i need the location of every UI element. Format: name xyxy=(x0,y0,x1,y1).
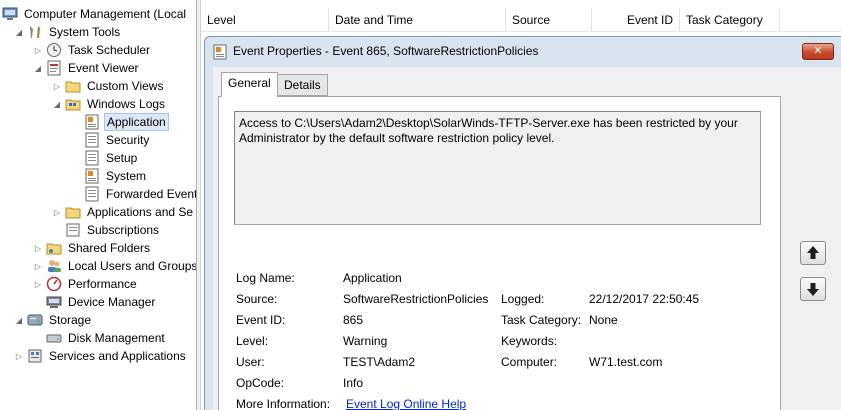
folder-icon xyxy=(65,207,81,219)
event-log-online-help-link[interactable]: Event Log Online Help xyxy=(346,397,466,410)
keywords-label: Keywords: xyxy=(501,334,558,348)
tree-item-windows-logs[interactable]: ◢ Windows Logs xyxy=(52,95,167,113)
level-label: Level: xyxy=(236,334,269,348)
navigation-tree: Computer Management (Local ◢ System Tool… xyxy=(0,0,196,410)
tree-item-shared-folders[interactable]: ▷ Shared Folders xyxy=(33,239,152,257)
event-id-label: Event ID: xyxy=(236,313,286,327)
event-viewer-icon xyxy=(47,60,61,76)
expanded-arrow-icon[interactable]: ◢ xyxy=(33,64,43,73)
column-header-event-id[interactable]: Event ID xyxy=(592,8,680,32)
event-description-box[interactable]: Access to C:\Users\Adam2\Desktop\SolarWi… xyxy=(234,111,761,225)
tree-item-task-scheduler[interactable]: ▷ Task Scheduler xyxy=(33,41,152,59)
collapsed-arrow-icon[interactable]: ▷ xyxy=(33,262,43,271)
user-label: User: xyxy=(236,355,265,369)
computer-value: W71.test.com xyxy=(589,355,663,369)
level-value: Warning xyxy=(343,334,388,348)
next-event-button[interactable] xyxy=(800,277,826,301)
user-value: TEST\Adam2 xyxy=(343,355,416,369)
device-manager-icon xyxy=(46,296,62,308)
column-header-level[interactable]: Level xyxy=(201,8,329,32)
tree-item-system-tools[interactable]: ◢ System Tools xyxy=(14,23,122,41)
collapsed-arrow-icon[interactable]: ▷ xyxy=(52,208,62,217)
tree-item-applications-services-logs[interactable]: ▷ Applications and Se xyxy=(52,203,195,221)
logged-label: Logged: xyxy=(501,292,545,306)
tree-item-storage[interactable]: ◢ Storage xyxy=(14,311,93,329)
storage-icon xyxy=(27,314,43,326)
shared-folder-icon xyxy=(46,243,62,255)
tree-item-subscriptions[interactable]: Subscriptions xyxy=(65,221,161,239)
column-header-task-category[interactable]: Task Category xyxy=(680,8,780,32)
opcode-value: Info xyxy=(343,376,364,390)
tree-item-system[interactable]: System xyxy=(84,167,148,185)
log-icon xyxy=(85,150,99,166)
expanded-arrow-icon[interactable]: ◢ xyxy=(14,316,24,325)
tools-icon xyxy=(30,26,40,38)
windows-logs-folder-icon xyxy=(65,99,81,111)
folder-icon xyxy=(65,81,81,93)
tree-item-forwarded-events[interactable]: Forwarded Event xyxy=(84,185,196,203)
column-header-date-time[interactable]: Date and Time xyxy=(329,8,506,32)
tab-general[interactable]: General xyxy=(221,72,278,97)
tree-item-custom-views[interactable]: ▷ Custom Views xyxy=(52,77,165,95)
computer-management-icon xyxy=(2,7,18,20)
collapsed-arrow-icon[interactable]: ▷ xyxy=(52,82,62,91)
pane-splitter[interactable] xyxy=(196,0,201,410)
close-icon: ✕ xyxy=(813,45,823,57)
source-label: Source: xyxy=(236,292,278,306)
services-icon xyxy=(28,349,42,363)
tree-item-setup[interactable]: Setup xyxy=(84,149,139,167)
tab-details[interactable]: Details xyxy=(277,74,328,96)
tree-item-local-users-groups[interactable]: ▷ Local Users and Groups xyxy=(33,257,196,275)
users-icon xyxy=(48,260,61,272)
tree-item-disk-management[interactable]: Disk Management xyxy=(46,329,167,347)
task-category-label: Task Category: xyxy=(501,313,582,327)
more-information-label: More Information: xyxy=(236,397,331,410)
close-button[interactable]: ✕ xyxy=(802,43,834,60)
log-icon xyxy=(85,132,99,148)
dialog-title: Event Properties - Event 865, SoftwareRe… xyxy=(233,44,539,58)
tree-item-computer-management[interactable]: Computer Management (Local xyxy=(2,5,188,23)
application-log-icon xyxy=(85,114,99,130)
event-list-header: Level Date and Time Source Event ID Task… xyxy=(201,8,841,32)
collapsed-arrow-icon[interactable]: ▷ xyxy=(33,46,43,55)
tree-item-application[interactable]: Application xyxy=(84,113,169,131)
collapsed-arrow-icon[interactable]: ▷ xyxy=(33,244,43,253)
log-name-value: Application xyxy=(343,271,402,285)
task-category-value: None xyxy=(589,313,618,327)
tree-item-device-manager[interactable]: Device Manager xyxy=(46,293,157,311)
tree-item-services-applications[interactable]: ▷ Services and Applications xyxy=(14,347,188,365)
column-header-source[interactable]: Source xyxy=(506,8,592,32)
logged-value: 22/12/2017 22:50:45 xyxy=(589,292,700,306)
performance-icon xyxy=(46,276,62,292)
dialog-title-bar[interactable]: Event Properties - Event 865, SoftwareRe… xyxy=(205,37,841,65)
general-tab-panel: Access to C:\Users\Adam2\Desktop\SolarWi… xyxy=(218,96,781,410)
collapsed-arrow-icon[interactable]: ▷ xyxy=(33,280,43,289)
collapsed-arrow-icon[interactable]: ▷ xyxy=(14,352,24,361)
dialog-client-area: General Details Access to C:\Users\Adam2… xyxy=(213,67,841,410)
tree-item-security[interactable]: Security xyxy=(84,131,151,149)
warning-log-icon xyxy=(213,44,227,60)
previous-event-button[interactable] xyxy=(800,241,826,265)
tree-item-performance[interactable]: ▷ Performance xyxy=(33,275,139,293)
opcode-label: OpCode: xyxy=(236,376,285,390)
event-id-value: 865 xyxy=(343,313,364,327)
computer-label: Computer: xyxy=(501,355,558,369)
expanded-arrow-icon[interactable]: ◢ xyxy=(14,28,24,37)
expanded-arrow-icon[interactable]: ◢ xyxy=(52,100,62,109)
tree-item-event-viewer[interactable]: ◢ Event Viewer xyxy=(33,59,140,77)
log-icon xyxy=(85,186,99,202)
arrow-down-icon xyxy=(807,283,819,296)
clock-icon xyxy=(47,43,61,57)
subscriptions-icon xyxy=(66,223,80,237)
log-name-label: Log Name: xyxy=(236,271,295,285)
source-value: SoftwareRestrictionPolicies xyxy=(343,292,489,306)
event-properties-dialog: Event Properties - Event 865, SoftwareRe… xyxy=(204,36,841,410)
disk-icon xyxy=(46,334,62,343)
system-log-icon xyxy=(85,168,99,184)
arrow-up-icon xyxy=(807,246,819,259)
